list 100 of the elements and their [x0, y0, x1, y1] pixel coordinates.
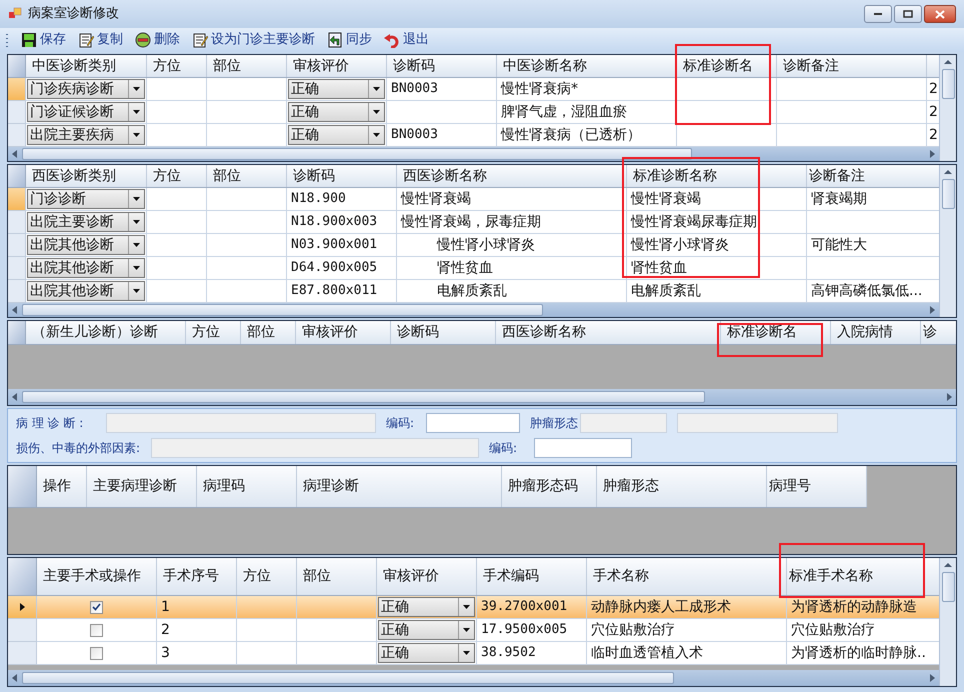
- column-header[interactable]: 病理诊断: [297, 466, 502, 507]
- input-field[interactable]: [426, 413, 520, 433]
- dropdown[interactable]: 正确: [288, 102, 385, 122]
- horizontal-scrollbar[interactable]: [8, 303, 939, 317]
- column-header[interactable]: 方位: [186, 321, 241, 344]
- column-header[interactable]: 部位: [207, 55, 287, 77]
- toolbar-button[interactable]: 退出: [384, 30, 429, 50]
- column-header[interactable]: 标准诊断名: [677, 55, 777, 77]
- column-header[interactable]: 标准诊断名称: [627, 165, 807, 187]
- column-header[interactable]: （新生儿诊断）诊断: [26, 321, 186, 344]
- toolbar-button[interactable]: 设为门诊主要诊断: [192, 30, 315, 50]
- column-header[interactable]: 中医诊断类别: [26, 55, 147, 77]
- row-header[interactable]: [8, 596, 37, 619]
- horizontal-scrollbar[interactable]: [8, 670, 939, 686]
- column-header[interactable]: 诊: [921, 321, 956, 344]
- dropdown[interactable]: 出院其他诊断: [27, 281, 145, 301]
- close-button[interactable]: [924, 5, 956, 23]
- column-header[interactable]: 入院病情: [831, 321, 921, 344]
- column-header[interactable]: 手术编码: [477, 558, 587, 595]
- dropdown[interactable]: 门诊证候诊断: [27, 102, 145, 122]
- dropdown-caret-icon: [463, 605, 470, 609]
- column-header[interactable]: 西医诊断名称: [496, 321, 721, 344]
- column-header[interactable]: 手术序号: [157, 558, 237, 595]
- vertical-scrollbar[interactable]: [939, 55, 956, 161]
- column-header[interactable]: 审核评价: [377, 558, 477, 595]
- select-all-corner[interactable]: [8, 165, 26, 187]
- scrollbar-thumb[interactable]: [22, 390, 705, 404]
- column-header[interactable]: 标准诊断名: [721, 321, 831, 344]
- horizontal-scrollbar[interactable]: [8, 389, 956, 405]
- scrollbar-thumb[interactable]: [22, 148, 692, 160]
- column-header[interactable]: 诊断码: [391, 321, 496, 344]
- dropdown[interactable]: 出院其他诊断: [27, 235, 145, 255]
- dropdown-caret-icon: [133, 289, 140, 293]
- toolbar-button[interactable]: 同步: [327, 30, 372, 50]
- dropdown-caret-icon: [133, 87, 140, 91]
- column-header[interactable]: 操作: [37, 466, 87, 507]
- input-field[interactable]: [534, 438, 632, 458]
- scrollbar-thumb[interactable]: [22, 672, 674, 684]
- column-header[interactable]: 诊断备注: [777, 55, 927, 77]
- dropdown[interactable]: 出院主要诊断: [27, 212, 145, 232]
- column-header[interactable]: 中医诊断名称: [497, 55, 677, 77]
- table-cell: 38.9502: [477, 642, 587, 665]
- scrollbar-thumb[interactable]: [942, 179, 954, 209]
- column-header[interactable]: 审核评价: [296, 321, 391, 344]
- column-header[interactable]: 病理码: [197, 466, 297, 507]
- clipboard-pen-icon: [192, 32, 208, 48]
- column-header[interactable]: 方位: [147, 55, 207, 77]
- column-header[interactable]: 部位: [241, 321, 296, 344]
- undo-arrow-icon: [384, 32, 400, 48]
- dropdown[interactable]: 正确: [288, 79, 385, 99]
- dropdown[interactable]: 正确: [378, 643, 475, 663]
- scrollbar-thumb[interactable]: [942, 69, 954, 99]
- clipboard-pen-icon: [78, 32, 94, 48]
- scrollbar-thumb[interactable]: [22, 304, 544, 316]
- column-header[interactable]: 方位: [237, 558, 297, 595]
- column-header[interactable]: 主要手术或操作: [37, 558, 157, 595]
- column-header[interactable]: 部位: [297, 558, 377, 595]
- column-header[interactable]: 主要病理诊断: [87, 466, 197, 507]
- checkbox[interactable]: [90, 624, 103, 636]
- column-header[interactable]: 肿瘤形态码: [502, 466, 597, 507]
- vertical-scrollbar[interactable]: [939, 165, 956, 317]
- select-all-corner[interactable]: [8, 321, 26, 344]
- scrollbar-thumb[interactable]: [942, 572, 954, 602]
- dropdown[interactable]: 门诊诊断: [27, 189, 145, 209]
- minus-circle-icon: [135, 32, 151, 48]
- column-header[interactable]: 西医诊断名称: [397, 165, 627, 187]
- table-cell: 临时血透管植入术: [587, 642, 787, 665]
- dropdown[interactable]: 出院其他诊断: [27, 258, 145, 278]
- select-all-corner[interactable]: [8, 466, 37, 507]
- column-header[interactable]: 诊断码: [287, 165, 397, 187]
- dropdown-caret-icon: [373, 133, 380, 137]
- toolbar-button[interactable]: 复制: [78, 30, 123, 50]
- column-header[interactable]: 方位: [147, 165, 207, 187]
- column-header[interactable]: 部位: [207, 165, 287, 187]
- dropdown-caret-icon: [133, 243, 140, 247]
- window-title: 病案室诊断修改: [28, 5, 119, 24]
- maximize-button[interactable]: [894, 5, 922, 23]
- toolbar-button[interactable]: 删除: [135, 30, 180, 50]
- column-header[interactable]: 病理号: [767, 466, 867, 507]
- dropdown[interactable]: 正确: [288, 125, 385, 145]
- column-header[interactable]: 手术名称: [587, 558, 787, 595]
- dropdown[interactable]: 门诊疾病诊断: [27, 79, 145, 99]
- dropdown-caret-icon: [373, 110, 380, 114]
- dropdown[interactable]: 出院主要疾病: [27, 125, 145, 145]
- column-header[interactable]: 审核评价: [287, 55, 387, 77]
- dropdown-caret-icon: [133, 133, 140, 137]
- select-all-corner[interactable]: [8, 55, 26, 77]
- dropdown[interactable]: 正确: [378, 620, 475, 640]
- dropdown-caret-icon: [133, 110, 140, 114]
- checkbox[interactable]: [90, 600, 103, 614]
- toolbar-button[interactable]: 保存: [21, 30, 66, 50]
- table-cell: 3: [157, 642, 237, 665]
- vertical-scrollbar[interactable]: [939, 558, 956, 686]
- dropdown[interactable]: 正确: [378, 597, 475, 617]
- horizontal-scrollbar[interactable]: [8, 147, 939, 161]
- column-header[interactable]: 西医诊断类别: [26, 165, 147, 187]
- column-header[interactable]: 肿瘤形态: [597, 466, 767, 507]
- column-header[interactable]: 诊断码: [387, 55, 497, 77]
- checkbox[interactable]: [90, 646, 103, 660]
- minimize-button[interactable]: [864, 5, 892, 23]
